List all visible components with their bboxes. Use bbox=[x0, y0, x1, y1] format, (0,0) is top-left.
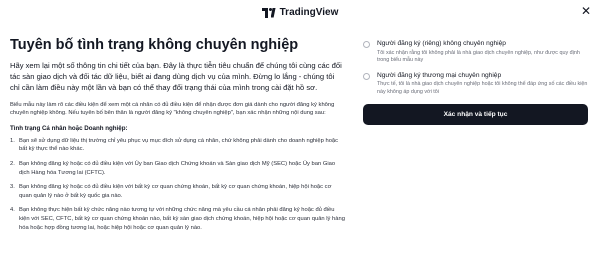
list-item: 1. Bạn sẽ sử dụng dữ liệu thị trường chỉ … bbox=[10, 137, 339, 153]
confirm-continue-button[interactable]: Xác nhận và tiếp tục bbox=[363, 103, 588, 125]
list-item: 3. Bạn không đăng ký hoặc có đủ điều kiện… bbox=[10, 184, 332, 199]
conditions-list: 1. Bạn sẽ sử dụng dữ liệu thị trường chỉ … bbox=[10, 137, 345, 232]
brand-name: TradingView bbox=[279, 7, 339, 18]
brand: TradingView bbox=[0, 7, 600, 18]
intro-paragraph: Biểu mẫu này làm rõ các điều kiện để xem… bbox=[10, 101, 335, 117]
status-selection-panel: Người đăng ký (riêng) không chuyên nghiệ… bbox=[363, 40, 591, 125]
list-item: 2. Bạn không đăng ký hoặc có đủ điều kiện… bbox=[10, 160, 336, 176]
option-description: Tôi xác nhận rằng tôi không phải là nhà … bbox=[377, 49, 580, 63]
tradingview-logo-icon bbox=[261, 7, 276, 18]
option-non-professional[interactable]: Người đăng ký (riêng) không chuyên nghiệ… bbox=[363, 40, 591, 64]
option-professional[interactable]: Người đăng ký thương mại chuyên nghiệp T… bbox=[363, 72, 591, 96]
section-title: Tình trạng Cá nhân hoặc Doanh nghiệp: bbox=[10, 124, 128, 132]
radio-button[interactable] bbox=[363, 41, 370, 48]
page-title: Tuyên bố tình trạng không chuyên nghiệp bbox=[10, 37, 299, 53]
list-item: 4. Bạn không thực hiện bất kỳ chức năng n… bbox=[10, 207, 345, 231]
option-title: Người đăng ký (riêng) không chuyên nghiệ… bbox=[377, 40, 506, 47]
lead-text: Hãy xem lại một số thông tin chi tiết củ… bbox=[10, 61, 342, 93]
option-title: Người đăng ký thương mại chuyên nghiệp bbox=[377, 71, 502, 79]
radio-button[interactable] bbox=[363, 72, 370, 80]
close-icon[interactable]: ✕ bbox=[581, 5, 591, 17]
statement-panel: Tuyên bố tình trạng không chuyên nghiệp … bbox=[10, 37, 345, 259]
option-description: Thực tế, tôi là nhà giao dịch chuyên ngh… bbox=[377, 81, 588, 95]
top-bar: TradingView ✕ bbox=[0, 0, 600, 26]
